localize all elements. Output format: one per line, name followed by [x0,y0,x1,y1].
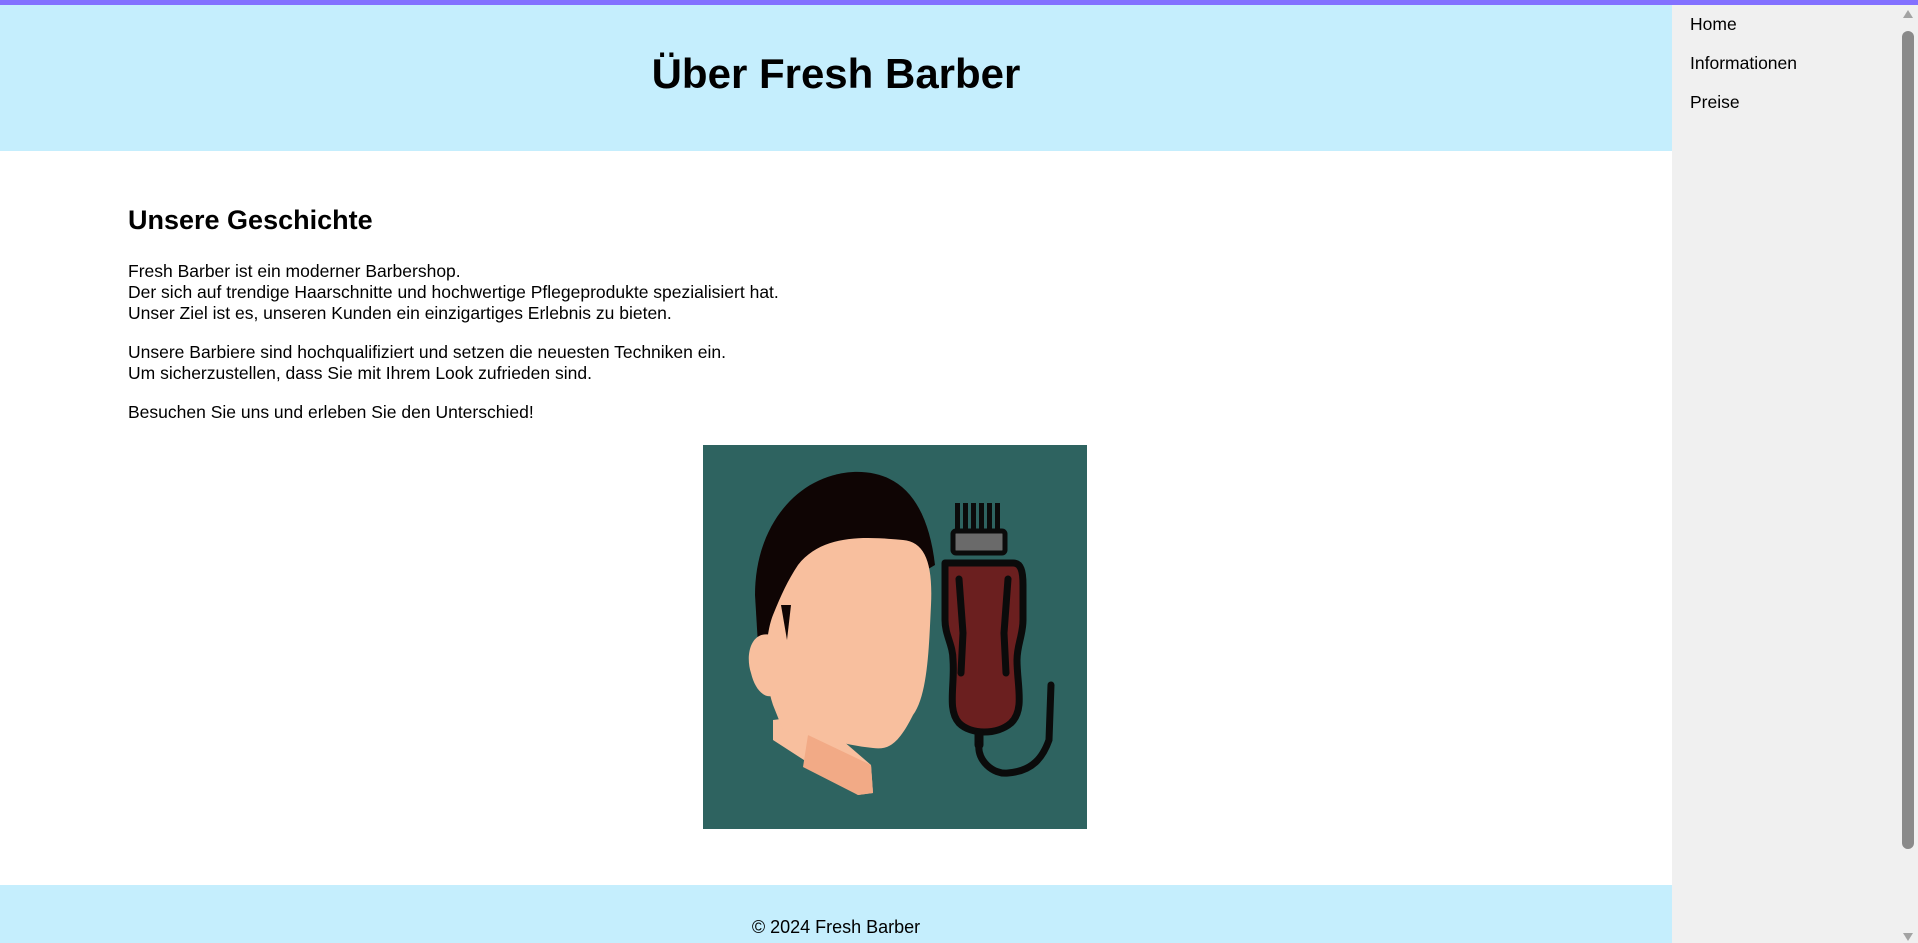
nav-link-preise[interactable]: Preise [1690,92,1740,113]
paragraph-line: Besuchen Sie uns und erleben Sie den Unt… [128,402,534,422]
paragraph-line: Fresh Barber ist ein moderner Barbershop… [128,261,461,281]
paragraph-line: Der sich auf trendige Haarschnitte und h… [128,282,779,302]
barber-clipper-image [748,471,1055,795]
section-heading: Unsere Geschichte [128,205,373,235]
site-header: Über Fresh Barber [0,5,1672,151]
barber-illustration [703,445,1087,829]
scroll-down-arrow-icon[interactable] [1903,933,1913,941]
site-footer: © 2024 Fresh Barber [0,885,1672,943]
paragraph-line: Um sicherzustellen, dass Sie mit Ihrem L… [128,363,592,383]
page-title: Über Fresh Barber [651,50,1021,97]
paragraph-cta: Besuchen Sie uns und erleben Sie den Unt… [128,402,534,423]
nav-link-home[interactable]: Home [1690,14,1737,35]
paragraph-line: Unsere Barbiere sind hochqualifiziert un… [128,342,726,362]
paragraph-line: Unser Ziel ist es, unseren Kunden ein ei… [128,303,672,323]
main-page: Über Fresh Barber Unsere Geschichte Fres… [0,5,1672,943]
vertical-scrollbar[interactable] [1898,5,1918,943]
paragraph-intro: Fresh Barber ist ein moderner Barbershop… [128,261,779,324]
scroll-up-arrow-icon[interactable] [1903,10,1913,18]
sidebar-nav: Home Informationen Preise [1672,5,1898,943]
nav-link-informationen[interactable]: Informationen [1690,53,1797,74]
scrollbar-thumb[interactable] [1902,31,1914,849]
footer-copyright: © 2024 Fresh Barber [751,917,921,937]
paragraph-team: Unsere Barbiere sind hochqualifiziert un… [128,342,726,384]
content-section: Unsere Geschichte Fresh Barber ist ein m… [0,151,1672,883]
